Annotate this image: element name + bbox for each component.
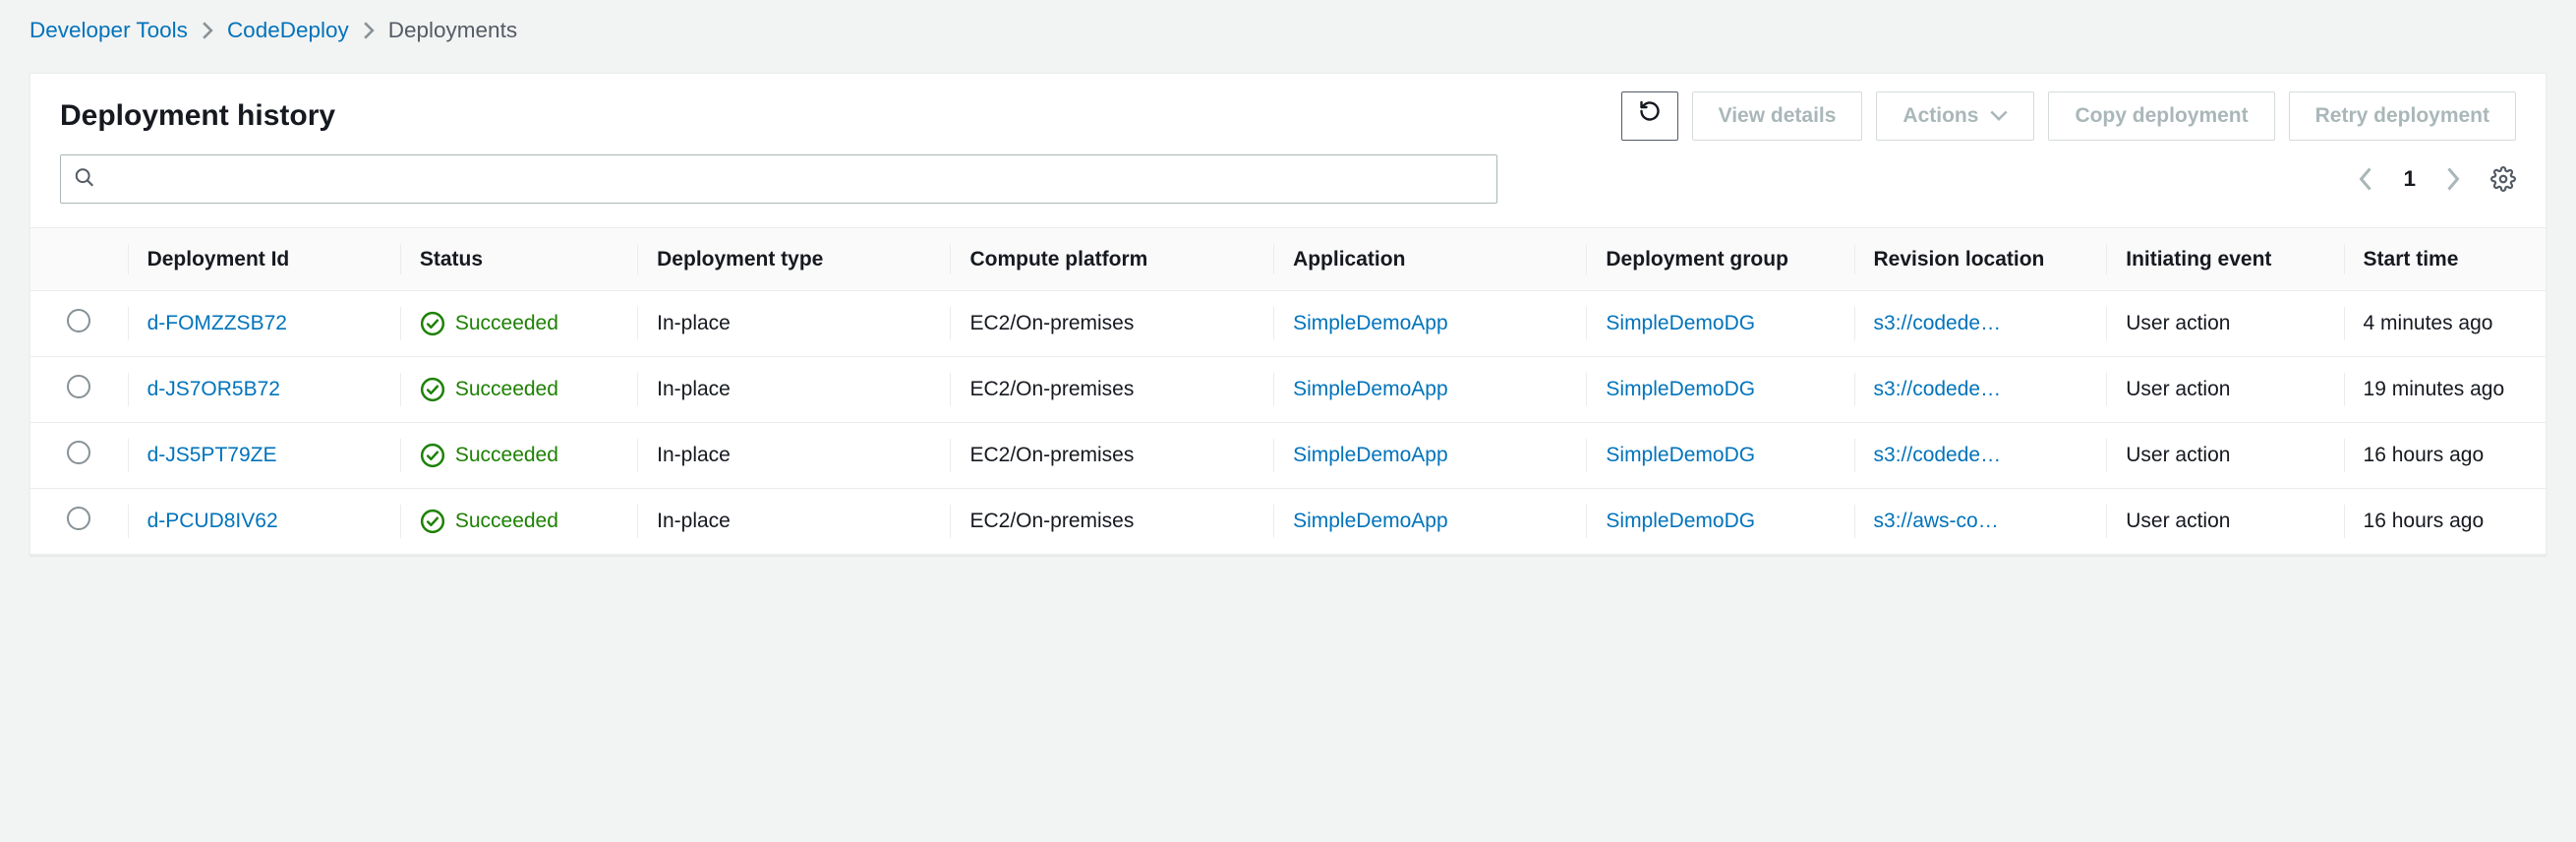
success-icon (420, 443, 445, 468)
deployment-group-link[interactable]: SimpleDemoDG (1606, 378, 1755, 400)
radio-icon[interactable] (67, 507, 90, 530)
success-icon (420, 311, 445, 336)
breadcrumb-codedeploy[interactable]: CodeDeploy (227, 18, 349, 43)
actions-button[interactable]: Actions (1876, 91, 2034, 141)
chevron-right-icon (363, 22, 375, 39)
deployments-table: Deployment Id Status Deployment type Com… (30, 228, 2546, 555)
caret-down-icon (1990, 110, 2008, 122)
status-cell: Succeeded (420, 509, 617, 534)
revision-location-link[interactable]: s3://aws-co… (1874, 510, 2087, 533)
retry-deployment-button[interactable]: Retry deployment (2289, 91, 2516, 141)
col-deployment-id[interactable]: Deployment Id (128, 228, 400, 291)
table-row: d-PCUD8IV62 Succeeded In-placeEC2/On-premi… (30, 488, 2546, 554)
radio-icon[interactable] (67, 441, 90, 464)
deployment-id-link[interactable]: d-PCUD8IV62 (147, 510, 278, 532)
table-wrap: Deployment Id Status Deployment type Com… (30, 227, 2546, 555)
row-select[interactable] (30, 488, 128, 554)
start-time: 19 minutes ago (2344, 356, 2546, 422)
pager: 1 (2358, 166, 2516, 192)
col-select (30, 228, 128, 291)
revision-location-link[interactable]: s3://codede… (1874, 312, 2087, 335)
status-cell: Succeeded (420, 311, 617, 336)
compute-platform: EC2/On-premises (950, 356, 1273, 422)
deployment-type: In-place (637, 290, 950, 356)
status-cell: Succeeded (420, 377, 617, 402)
start-time: 4 minutes ago (2344, 290, 2546, 356)
initiating-event: User action (2106, 356, 2343, 422)
deployment-group-link[interactable]: SimpleDemoDG (1606, 444, 1755, 466)
row-select[interactable] (30, 356, 128, 422)
status-text: Succeeded (455, 444, 558, 467)
application-link[interactable]: SimpleDemoApp (1293, 444, 1448, 466)
revision-location-link[interactable]: s3://codede… (1874, 444, 2087, 467)
search-wrap (60, 154, 1497, 204)
compute-platform: EC2/On-premises (950, 422, 1273, 488)
deployment-type: In-place (637, 356, 950, 422)
revision-location-link[interactable]: s3://codede… (1874, 378, 2087, 401)
col-revision-location[interactable]: Revision location (1854, 228, 2107, 291)
deployment-history-card: Deployment history View details Actions … (29, 73, 2547, 556)
application-link[interactable]: SimpleDemoApp (1293, 510, 1448, 532)
deployment-group-link[interactable]: SimpleDemoDG (1606, 312, 1755, 334)
table-row: d-JS7OR5B72 Succeeded In-placeEC2/On-premi… (30, 356, 2546, 422)
breadcrumb-developer-tools[interactable]: Developer Tools (29, 18, 188, 43)
pager-next-button[interactable] (2445, 167, 2461, 191)
status-text: Succeeded (455, 312, 558, 335)
actions-label: Actions (1903, 100, 1978, 132)
initiating-event: User action (2106, 290, 2343, 356)
card-actions: View details Actions Copy deployment Ret… (1621, 91, 2516, 141)
status-cell: Succeeded (420, 443, 617, 468)
success-icon (420, 377, 445, 402)
start-time: 16 hours ago (2344, 422, 2546, 488)
col-start-time[interactable]: Start time (2344, 228, 2546, 291)
radio-icon[interactable] (67, 309, 90, 332)
breadcrumb: Developer Tools CodeDeploy Deployments (0, 0, 2576, 53)
card-header: Deployment history View details Actions … (30, 74, 2546, 154)
start-time: 16 hours ago (2344, 488, 2546, 554)
row-select[interactable] (30, 290, 128, 356)
breadcrumb-current: Deployments (388, 18, 517, 43)
copy-deployment-button[interactable]: Copy deployment (2048, 91, 2274, 141)
deployment-type: In-place (637, 488, 950, 554)
status-text: Succeeded (455, 378, 558, 401)
col-initiating-event[interactable]: Initiating event (2106, 228, 2343, 291)
compute-platform: EC2/On-premises (950, 488, 1273, 554)
compute-platform: EC2/On-premises (950, 290, 1273, 356)
pager-current-page: 1 (2403, 166, 2416, 192)
pager-prev-button[interactable] (2358, 167, 2373, 191)
table-row: d-FOMZZSB72 Succeeded In-placeEC2/On-premi… (30, 290, 2546, 356)
col-status[interactable]: Status (400, 228, 637, 291)
initiating-event: User action (2106, 422, 2343, 488)
radio-icon[interactable] (67, 375, 90, 398)
refresh-icon (1638, 99, 1662, 133)
initiating-event: User action (2106, 488, 2343, 554)
table-row: d-JS5PT79ZE Succeeded In-placeEC2/On-premi… (30, 422, 2546, 488)
application-link[interactable]: SimpleDemoApp (1293, 378, 1448, 400)
success-icon (420, 509, 445, 534)
search-input[interactable] (60, 154, 1497, 204)
deployment-id-link[interactable]: d-JS5PT79ZE (147, 444, 277, 466)
col-deployment-group[interactable]: Deployment group (1586, 228, 1853, 291)
application-link[interactable]: SimpleDemoApp (1293, 312, 1448, 334)
deployment-type: In-place (637, 422, 950, 488)
col-deployment-type[interactable]: Deployment type (637, 228, 950, 291)
view-details-button[interactable]: View details (1692, 91, 1863, 141)
deployment-id-link[interactable]: d-JS7OR5B72 (147, 378, 280, 400)
col-application[interactable]: Application (1273, 228, 1586, 291)
deployment-group-link[interactable]: SimpleDemoDG (1606, 510, 1755, 532)
table-header-row: Deployment Id Status Deployment type Com… (30, 228, 2546, 291)
status-text: Succeeded (455, 510, 558, 533)
search-icon (74, 166, 95, 191)
col-compute-platform[interactable]: Compute platform (950, 228, 1273, 291)
page-title: Deployment history (60, 99, 335, 133)
row-select[interactable] (30, 422, 128, 488)
deployment-id-link[interactable]: d-FOMZZSB72 (147, 312, 287, 334)
toolbar: 1 (30, 154, 2546, 227)
settings-button[interactable] (2490, 166, 2516, 192)
refresh-button[interactable] (1621, 91, 1678, 141)
chevron-right-icon (202, 22, 213, 39)
